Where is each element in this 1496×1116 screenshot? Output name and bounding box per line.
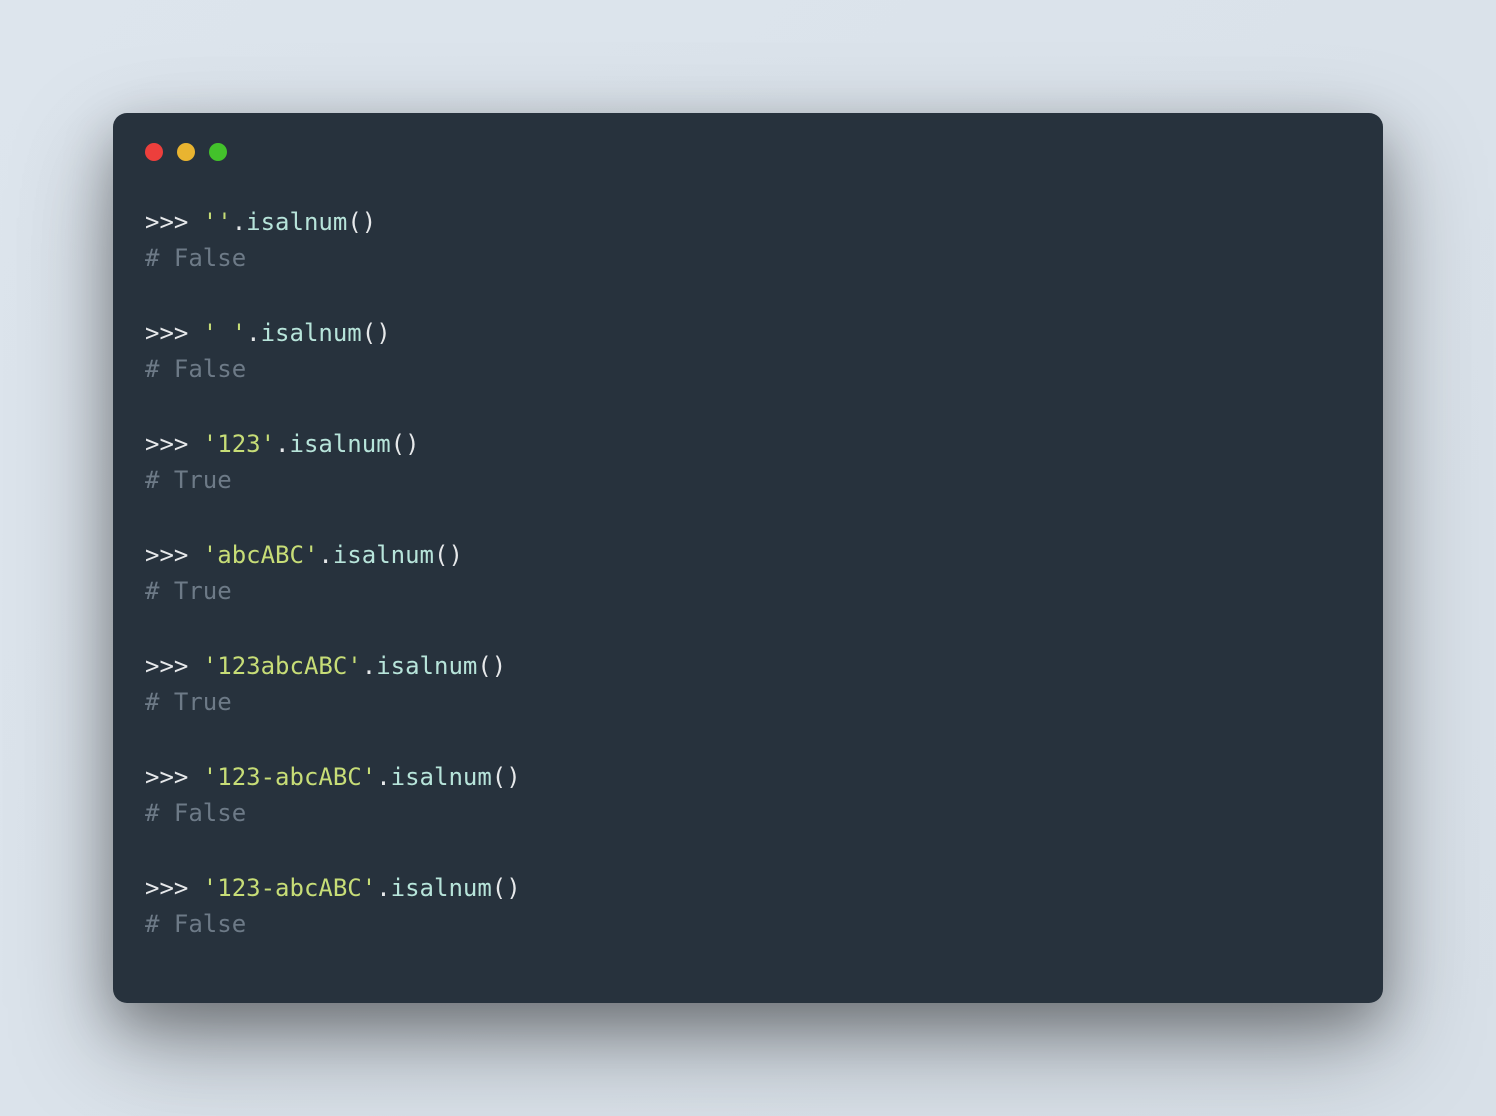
- string-literal: ' ': [203, 319, 246, 347]
- close-button[interactable]: [145, 143, 163, 161]
- terminal-window: >>> ''.isalnum() # False >>> ' '.isalnum…: [113, 113, 1383, 1003]
- comment-line: # False: [145, 241, 1351, 277]
- repl-prompt: >>>: [145, 208, 203, 236]
- repl-prompt: >>>: [145, 430, 203, 458]
- dot-operator: .: [275, 430, 289, 458]
- parentheses: (): [477, 652, 506, 680]
- parentheses: (): [362, 319, 391, 347]
- dot-operator: .: [376, 874, 390, 902]
- dot-operator: .: [246, 319, 260, 347]
- dot-operator: .: [232, 208, 246, 236]
- method-name: isalnum: [391, 874, 492, 902]
- code-content: >>> ''.isalnum() # False >>> ' '.isalnum…: [145, 205, 1351, 942]
- parentheses: (): [434, 541, 463, 569]
- repl-prompt: >>>: [145, 541, 203, 569]
- comment-line: # False: [145, 796, 1351, 832]
- comment-line: # True: [145, 685, 1351, 721]
- code-line: >>> '123-abcABC'.isalnum(): [145, 760, 1351, 796]
- string-literal: 'abcABC': [203, 541, 319, 569]
- minimize-button[interactable]: [177, 143, 195, 161]
- method-name: isalnum: [376, 652, 477, 680]
- code-block: >>> 'abcABC'.isalnum() # True: [145, 538, 1351, 609]
- parentheses: (): [492, 763, 521, 791]
- code-line: >>> 'abcABC'.isalnum(): [145, 538, 1351, 574]
- code-block: >>> '123-abcABC'.isalnum() # False: [145, 760, 1351, 831]
- window-controls: [145, 143, 1351, 161]
- comment-line: # True: [145, 463, 1351, 499]
- string-literal: '': [203, 208, 232, 236]
- code-block: >>> ''.isalnum() # False: [145, 205, 1351, 276]
- string-literal: '123': [203, 430, 275, 458]
- string-literal: '123-abcABC': [203, 763, 376, 791]
- comment-line: # True: [145, 574, 1351, 610]
- comment-line: # False: [145, 907, 1351, 943]
- dot-operator: .: [362, 652, 376, 680]
- code-block: >>> '123abcABC'.isalnum() # True: [145, 649, 1351, 720]
- repl-prompt: >>>: [145, 763, 203, 791]
- code-line: >>> ' '.isalnum(): [145, 316, 1351, 352]
- parentheses: (): [492, 874, 521, 902]
- dot-operator: .: [318, 541, 332, 569]
- code-line: >>> '123-abcABC'.isalnum(): [145, 871, 1351, 907]
- method-name: isalnum: [261, 319, 362, 347]
- code-block: >>> '123'.isalnum() # True: [145, 427, 1351, 498]
- code-block: >>> '123-abcABC'.isalnum() # False: [145, 871, 1351, 942]
- method-name: isalnum: [391, 763, 492, 791]
- method-name: isalnum: [290, 430, 391, 458]
- dot-operator: .: [376, 763, 390, 791]
- string-literal: '123abcABC': [203, 652, 362, 680]
- method-name: isalnum: [246, 208, 347, 236]
- code-block: >>> ' '.isalnum() # False: [145, 316, 1351, 387]
- string-literal: '123-abcABC': [203, 874, 376, 902]
- maximize-button[interactable]: [209, 143, 227, 161]
- repl-prompt: >>>: [145, 319, 203, 347]
- code-line: >>> '123'.isalnum(): [145, 427, 1351, 463]
- code-line: >>> ''.isalnum(): [145, 205, 1351, 241]
- repl-prompt: >>>: [145, 652, 203, 680]
- repl-prompt: >>>: [145, 874, 203, 902]
- comment-line: # False: [145, 352, 1351, 388]
- method-name: isalnum: [333, 541, 434, 569]
- code-line: >>> '123abcABC'.isalnum(): [145, 649, 1351, 685]
- parentheses: (): [391, 430, 420, 458]
- parentheses: (): [347, 208, 376, 236]
